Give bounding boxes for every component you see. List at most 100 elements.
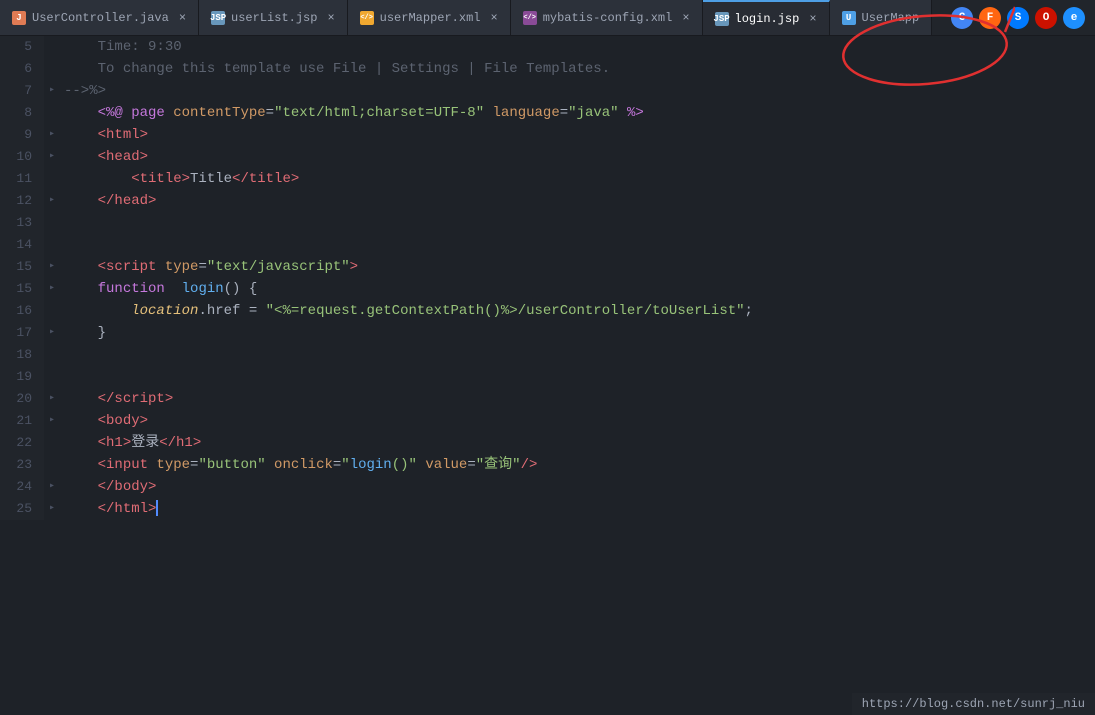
line-number: 24: [0, 476, 44, 498]
code-content: <%@ page contentType="text/html;charset=…: [60, 102, 1095, 124]
code-line-24: 24 ▸ </body>: [0, 476, 1095, 498]
safari-icon[interactable]: S: [1007, 7, 1029, 29]
line-number: 25: [0, 498, 44, 520]
tab-login[interactable]: JSP login.jsp ×: [703, 0, 830, 36]
code-content: <script type="text/javascript">: [60, 256, 1095, 278]
jsp-icon: JSP: [211, 11, 225, 25]
opera-icon[interactable]: O: [1035, 7, 1057, 29]
code-line-5: 5 Time: 9:30: [0, 36, 1095, 58]
code-line-19: 19: [0, 366, 1095, 388]
line-number: 11: [0, 168, 44, 190]
line-number: 21: [0, 410, 44, 432]
ie-icon[interactable]: e: [1063, 7, 1085, 29]
fold-gutter: [44, 432, 60, 454]
code-content: <body>: [60, 410, 1095, 432]
code-content: -->%>: [60, 80, 1095, 102]
fold-gutter: [44, 212, 60, 234]
fold-gutter: [44, 454, 60, 476]
code-content: </body>: [60, 476, 1095, 498]
tab-label: login.jsp: [735, 12, 800, 26]
tab-label: userMapper.xml: [380, 11, 481, 25]
tab-userlist[interactable]: JSP userList.jsp ×: [199, 0, 348, 36]
xml-config-icon: </>: [523, 11, 537, 25]
code-line-23: 23 <input type="button" onclick="login()…: [0, 454, 1095, 476]
code-line-8: 8 <%@ page contentType="text/html;charse…: [0, 102, 1095, 124]
fold-gutter[interactable]: ▸: [44, 410, 60, 432]
line-number: 15: [0, 278, 44, 300]
tab-label: UserController.java: [32, 11, 169, 25]
code-content: [60, 212, 1095, 234]
fold-gutter: [44, 234, 60, 256]
fold-gutter: [44, 168, 60, 190]
code-content: }: [60, 322, 1095, 344]
line-number: 13: [0, 212, 44, 234]
code-line-14: 14: [0, 234, 1095, 256]
line-number: 5: [0, 36, 44, 58]
code-line-10: 10 ▸ <head>: [0, 146, 1095, 168]
java-icon: J: [12, 11, 26, 25]
code-line-18: 18: [0, 344, 1095, 366]
line-number: 17: [0, 322, 44, 344]
tab-bar: J UserController.java × JSP userList.jsp…: [0, 0, 1095, 36]
code-line-7: 7 ▸ -->%>: [0, 80, 1095, 102]
code-content: <title>Title</title>: [60, 168, 1095, 190]
fold-gutter: [44, 102, 60, 124]
usermapp-icon: U: [842, 11, 856, 25]
line-number: 15: [0, 256, 44, 278]
fold-gutter[interactable]: ▸: [44, 388, 60, 410]
code-line-12: 12 ▸ </head>: [0, 190, 1095, 212]
code-content: </script>: [60, 388, 1095, 410]
line-number: 7: [0, 80, 44, 102]
tab-close-icon[interactable]: ×: [809, 13, 816, 25]
tab-close-icon[interactable]: ×: [490, 12, 497, 24]
code-content: Time: 9:30: [60, 36, 1095, 58]
code-content: <h1>登录</h1>: [60, 432, 1095, 454]
fold-gutter[interactable]: ▸: [44, 146, 60, 168]
firefox-icon[interactable]: F: [979, 7, 1001, 29]
code-line-15b: 15 ▸ function login() {: [0, 278, 1095, 300]
line-number: 6: [0, 58, 44, 80]
fold-gutter[interactable]: ▸: [44, 322, 60, 344]
code-content: [60, 234, 1095, 256]
tab-close-icon[interactable]: ×: [327, 12, 334, 24]
fold-gutter[interactable]: ▸: [44, 190, 60, 212]
code-content: function login() {: [60, 278, 1095, 300]
code-line-11: 11 <title>Title</title>: [0, 168, 1095, 190]
jsp-icon: JSP: [715, 12, 729, 26]
line-number: 18: [0, 344, 44, 366]
tab-usermapp[interactable]: U UserMapp: [830, 0, 933, 36]
code-line-20: 20 ▸ </script>: [0, 388, 1095, 410]
tab-close-icon[interactable]: ×: [179, 12, 186, 24]
code-content: </html>: [60, 498, 1095, 520]
code-line-17: 17 ▸ }: [0, 322, 1095, 344]
fold-gutter[interactable]: ▸: [44, 256, 60, 278]
fold-gutter[interactable]: ▸: [44, 80, 60, 102]
fold-gutter[interactable]: ▸: [44, 476, 60, 498]
line-number: 22: [0, 432, 44, 454]
line-number: 19: [0, 366, 44, 388]
line-number: 20: [0, 388, 44, 410]
fold-gutter[interactable]: ▸: [44, 498, 60, 520]
line-number: 14: [0, 234, 44, 256]
line-number: 9: [0, 124, 44, 146]
tab-close-icon[interactable]: ×: [682, 12, 689, 24]
status-bar: https://blog.csdn.net/sunrj_niu: [852, 693, 1095, 715]
tab-label: userList.jsp: [231, 11, 317, 25]
code-content: [60, 366, 1095, 388]
tab-mybatis[interactable]: </> mybatis-config.xml ×: [511, 0, 703, 36]
fold-gutter[interactable]: ▸: [44, 124, 60, 146]
code-content: To change this template use File | Setti…: [60, 58, 1095, 80]
chrome-icon[interactable]: C: [951, 7, 973, 29]
fold-gutter: [44, 300, 60, 322]
fold-gutter[interactable]: ▸: [44, 278, 60, 300]
code-line-16: 16 location.href = "<%=request.getContex…: [0, 300, 1095, 322]
code-content: location.href = "<%=request.getContextPa…: [60, 300, 1095, 322]
xml-mapper-icon: </>: [360, 11, 374, 25]
tab-label: mybatis-config.xml: [543, 11, 673, 25]
tab-usercontroller[interactable]: J UserController.java ×: [0, 0, 199, 36]
code-line-9: 9 ▸ <html>: [0, 124, 1095, 146]
line-number: 23: [0, 454, 44, 476]
tab-usermapper[interactable]: </> userMapper.xml ×: [348, 0, 511, 36]
code-line-13: 13: [0, 212, 1095, 234]
line-number: 16: [0, 300, 44, 322]
